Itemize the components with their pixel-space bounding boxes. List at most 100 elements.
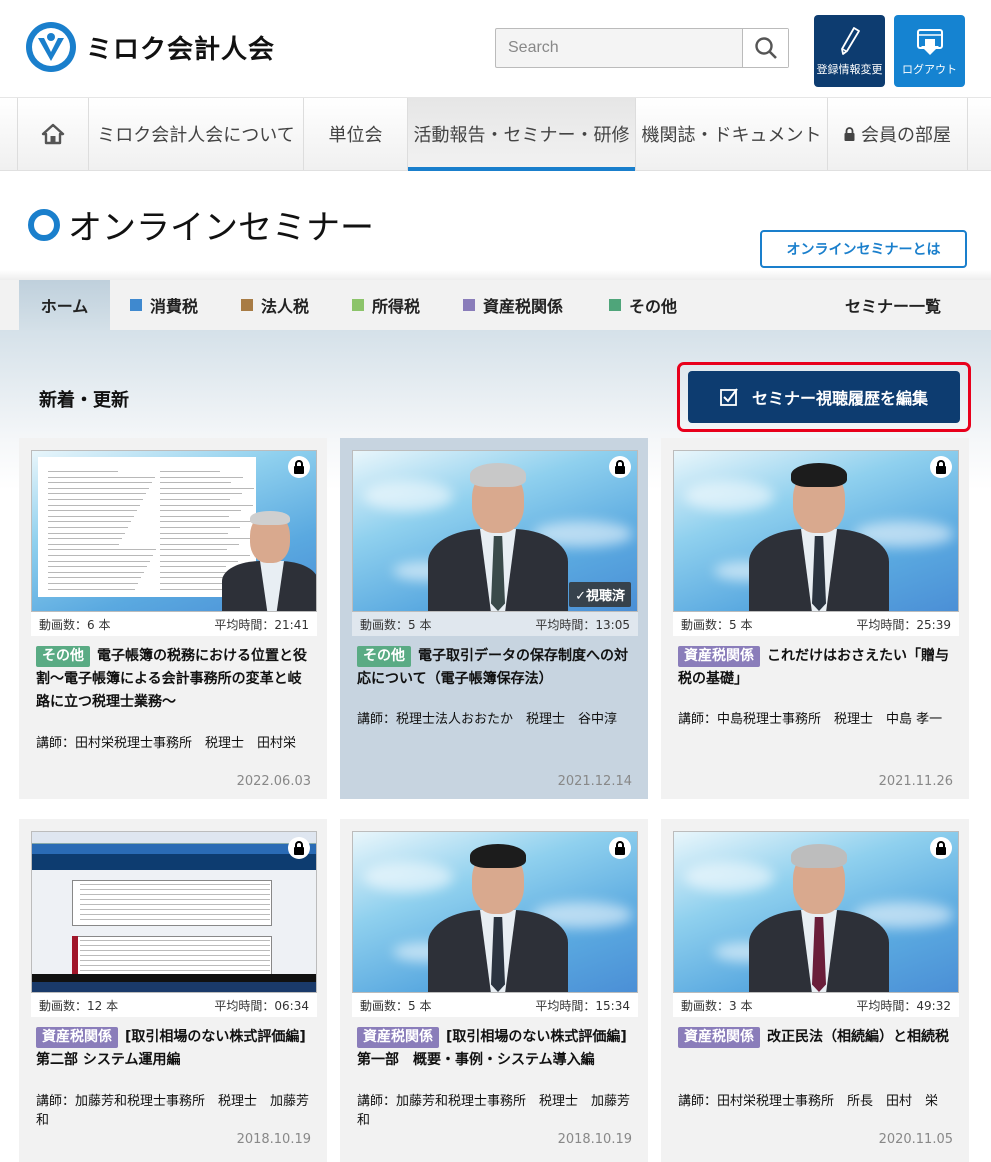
nav-about[interactable]: ミロク会計人会について <box>89 98 304 170</box>
seminar-thumbnail[interactable]: ✓視聴済 <box>352 450 638 612</box>
seminar-meta: 動画数：5 本 平均時間：13:05 <box>352 612 638 636</box>
page-title-text: オンラインセミナー <box>68 208 374 248</box>
seminar-meta: 動画数：5 本 平均時間：15:34 <box>352 993 638 1017</box>
category-square-icon <box>130 299 142 311</box>
title-ring-icon <box>28 208 60 241</box>
nav-members-room[interactable]: 会員の部屋 <box>828 98 968 170</box>
about-online-seminar-button[interactable]: オンラインセミナーとは <box>760 230 967 268</box>
average-duration: 平均時間：13:05 <box>535 617 630 632</box>
average-duration: 平均時間：06:34 <box>214 998 309 1013</box>
logo-mark-icon <box>26 22 76 72</box>
seminar-thumbnail[interactable] <box>31 831 317 993</box>
seminar-card[interactable]: 動画数：5 本 平均時間：15:34 資産税関係 [取引相場のない株式評価編] 第一部… <box>340 819 648 1162</box>
lock-icon <box>609 837 631 859</box>
seminar-date: 2021.11.26 <box>878 774 953 789</box>
category-square-icon <box>241 299 253 311</box>
home-icon <box>41 123 65 145</box>
checkbox-icon <box>720 388 738 406</box>
seminar-card[interactable]: 動画数：3 本 平均時間：49:32 資産税関係 改正民法（相続編）と相続税講師：田村… <box>661 819 969 1162</box>
search-icon <box>754 37 777 59</box>
average-duration: 平均時間：21:41 <box>214 617 309 632</box>
subnav-consumption-tax[interactable]: 消費税 <box>130 280 198 330</box>
seminar-category-nav: ホーム 消費税 法人税 所得税 資産税関係 その他 セミナー一覧 <box>0 280 991 330</box>
seminar-meta: 動画数：5 本 平均時間：25:39 <box>673 612 959 636</box>
lock-icon <box>609 456 631 478</box>
lecturer: 講師：田村栄税理士事務所 所長 田村 栄 <box>678 1094 939 1109</box>
lock-icon <box>930 837 952 859</box>
category-tag: 資産税関係 <box>678 1027 760 1048</box>
logout-icon <box>916 29 943 55</box>
seminar-thumbnail[interactable] <box>31 450 317 612</box>
video-count: 動画数：12 本 <box>39 998 119 1013</box>
seminar-title[interactable]: 資産税関係 [取引相場のない株式評価編] 第一部 概要・事例・システム導入編 <box>357 1026 633 1072</box>
lecturer: 講師：税理士法人おおたか 税理士 谷中淳 <box>357 712 618 727</box>
seminar-thumbnail[interactable] <box>673 450 959 612</box>
video-count: 動画数：5 本 <box>681 617 753 632</box>
seminar-meta: 動画数：12 本 平均時間：06:34 <box>31 993 317 1017</box>
seminar-date: 2021.12.14 <box>557 774 632 789</box>
video-count: 動画数：5 本 <box>360 617 432 632</box>
subnav-other[interactable]: その他 <box>609 280 677 330</box>
seminar-meta: 動画数：3 本 平均時間：49:32 <box>673 993 959 1017</box>
nav-activities-seminars[interactable]: 活動報告・セミナー・研修 <box>408 98 636 171</box>
subnav-asset-tax[interactable]: 資産税関係 <box>463 280 563 330</box>
section-title: 新着・更新 <box>39 390 129 411</box>
seminar-date: 2020.11.05 <box>878 1132 953 1147</box>
video-count: 動画数：6 本 <box>39 617 111 632</box>
seminar-meta: 動画数：6 本 平均時間：21:41 <box>31 612 317 636</box>
subnav-home[interactable]: ホーム <box>19 280 110 330</box>
category-tag: その他 <box>357 646 411 667</box>
seminar-title[interactable]: その他 電子帳簿の税務における位置と役割〜電子帳簿による会計事務所の変革と岐路に立… <box>36 645 312 714</box>
nav-journal-documents[interactable]: 機関誌・ドキュメント <box>636 98 828 170</box>
site-logo[interactable]: ミロク会計人会 <box>26 22 275 72</box>
category-square-icon <box>352 299 364 311</box>
category-tag: その他 <box>36 646 90 667</box>
subnav-corporate-tax[interactable]: 法人税 <box>241 280 309 330</box>
video-count: 動画数：3 本 <box>681 998 753 1013</box>
seminar-title[interactable]: 資産税関係 [取引相場のない株式評価編] 第二部 システム運用編 <box>36 1026 312 1072</box>
category-tag: 資産税関係 <box>36 1027 118 1048</box>
average-duration: 平均時間：15:34 <box>535 998 630 1013</box>
global-nav: ミロク会計人会について 単位会 活動報告・セミナー・研修 機関誌・ドキュメント … <box>0 97 991 171</box>
category-square-icon <box>609 299 621 311</box>
lecturer: 講師：加藤芳和税理士事務所 税理士 加藤芳和 <box>36 1094 310 1128</box>
lecturer: 講師：中島税理士事務所 税理士 中島 孝一 <box>678 712 943 727</box>
seminar-card[interactable]: 動画数：12 本 平均時間：06:34 資産税関係 [取引相場のない株式評価編] 第二… <box>19 819 327 1162</box>
search-box <box>495 28 789 68</box>
site-header: ミロク会計人会 登録情報変更 ログアウト <box>0 0 991 96</box>
lock-icon <box>288 837 310 859</box>
video-count: 動画数：5 本 <box>360 998 432 1013</box>
logout-button[interactable]: ログアウト <box>894 15 965 87</box>
seminar-date: 2018.10.19 <box>557 1132 632 1147</box>
viewed-badge: ✓視聴済 <box>569 582 631 607</box>
lock-icon <box>930 456 952 478</box>
nav-unit-associations[interactable]: 単位会 <box>304 98 408 170</box>
highlight-frame: セミナー視聴履歴を編集 <box>677 362 971 432</box>
category-square-icon <box>463 299 475 311</box>
subnav-seminar-list[interactable]: セミナー一覧 <box>845 280 941 330</box>
search-input[interactable] <box>496 29 742 67</box>
seminar-card[interactable]: 動画数：6 本 平均時間：21:41 その他 電子帳簿の税務における位置と役割〜電子帳… <box>19 438 327 799</box>
seminar-card[interactable]: ✓視聴済動画数：5 本 平均時間：13:05 その他 電子取引データの保存制度への対応… <box>340 438 648 799</box>
seminar-card[interactable]: 動画数：5 本 平均時間：25:39 資産税関係 これだけはおさえたい「贈与税の基礎」… <box>661 438 969 799</box>
search-button[interactable] <box>742 29 788 67</box>
lecturer: 講師：加藤芳和税理士事務所 税理士 加藤芳和 <box>357 1094 631 1128</box>
logout-label: ログアウト <box>902 63 957 76</box>
seminar-title-text: 改正民法（相続編）と相続税 <box>767 1029 949 1045</box>
subnav-income-tax[interactable]: 所得税 <box>352 280 420 330</box>
seminar-thumbnail[interactable] <box>352 831 638 993</box>
lock-icon <box>844 127 855 141</box>
seminar-title[interactable]: その他 電子取引データの保存制度への対応について（電子帳簿保存法） <box>357 645 633 691</box>
edit-profile-button[interactable]: 登録情報変更 <box>814 15 885 87</box>
pencil-icon <box>840 27 860 55</box>
nav-home[interactable] <box>18 98 89 170</box>
average-duration: 平均時間：49:32 <box>856 998 951 1013</box>
seminar-title[interactable]: 資産税関係 改正民法（相続編）と相続税 <box>678 1026 954 1049</box>
seminar-date: 2018.10.19 <box>236 1132 311 1147</box>
average-duration: 平均時間：25:39 <box>856 617 951 632</box>
edit-viewing-history-button[interactable]: セミナー視聴履歴を編集 <box>688 371 960 423</box>
page-title: オンラインセミナー <box>28 200 374 249</box>
seminar-title[interactable]: 資産税関係 これだけはおさえたい「贈与税の基礎」 <box>678 645 954 691</box>
seminar-thumbnail[interactable] <box>673 831 959 993</box>
logo-text: ミロク会計人会 <box>86 34 276 65</box>
